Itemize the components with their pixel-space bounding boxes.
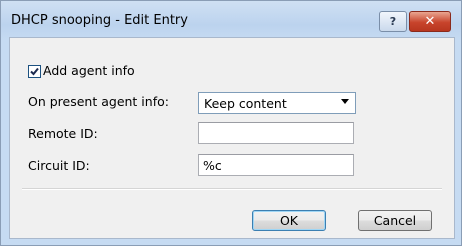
help-icon: ? (389, 15, 397, 28)
dialog-window: DHCP snooping - Edit Entry ? ✕ Add agent… (0, 0, 462, 246)
circuit-id-value: %c (203, 158, 222, 173)
present-agent-info-label: On present agent info: (28, 94, 169, 109)
checkmark-icon (30, 67, 39, 76)
close-button[interactable]: ✕ (409, 11, 451, 32)
help-button[interactable]: ? (379, 11, 407, 32)
close-icon: ✕ (424, 14, 436, 29)
circuit-id-label: Circuit ID: (28, 158, 90, 173)
present-agent-info-select[interactable]: Keep content (198, 92, 356, 114)
dropdown-arrow-icon (341, 99, 349, 104)
dialog-body: Add agent info On present agent info: Ke… (9, 37, 455, 239)
remote-id-input[interactable] (198, 122, 354, 144)
remote-id-label: Remote ID: (28, 126, 98, 141)
separator (22, 188, 442, 190)
window-title: DHCP snooping - Edit Entry (11, 13, 188, 28)
add-agent-info-checkbox[interactable] (28, 65, 41, 78)
cancel-button[interactable]: Cancel (358, 210, 432, 231)
circuit-id-input[interactable]: %c (198, 154, 354, 176)
present-agent-info-value: Keep content (204, 96, 287, 111)
ok-button[interactable]: OK (252, 210, 326, 231)
add-agent-info-label[interactable]: Add agent info (43, 63, 135, 78)
